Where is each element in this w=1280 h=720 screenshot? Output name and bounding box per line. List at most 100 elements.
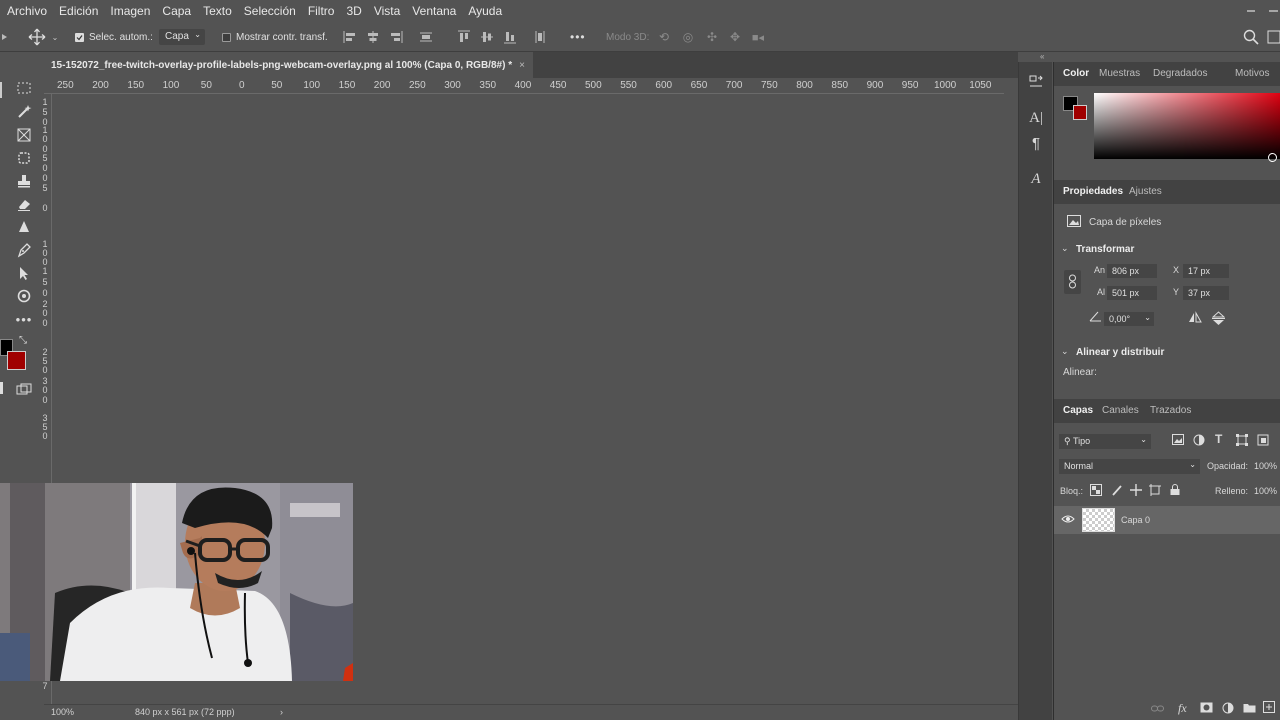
transform-header[interactable]: Transformar <box>1076 244 1134 255</box>
layer-mask-icon[interactable] <box>1200 702 1213 716</box>
filter-pixel-icon[interactable] <box>1172 434 1184 448</box>
menu-texto[interactable]: Texto <box>197 0 238 22</box>
tab-propiedades[interactable]: Propiedades <box>1063 186 1123 197</box>
slide-3d-icon[interactable]: ✥ <box>727 29 743 45</box>
edit-toolbar-icon[interactable]: ••• <box>14 309 34 329</box>
eye-icon[interactable] <box>1061 513 1075 528</box>
chevron-down-icon[interactable]: ⌄ <box>1061 346 1069 357</box>
close-icon[interactable]: × <box>519 60 525 71</box>
document-tab[interactable]: 15-152072_free-twitch-overlay-profile-la… <box>44 52 533 78</box>
layer-style-icon[interactable]: fx <box>1178 701 1187 716</box>
more-options-button[interactable]: ••• <box>570 30 586 44</box>
background-color-swatch[interactable] <box>7 351 26 370</box>
lock-artboard-icon[interactable] <box>1149 484 1161 499</box>
pen-tool-icon[interactable] <box>14 240 34 260</box>
fill-value[interactable]: 100% <box>1254 486 1277 496</box>
show-transform-checkbox[interactable] <box>222 33 231 42</box>
toolbar-collapse-icon[interactable] <box>0 82 4 98</box>
lock-pixels-icon[interactable] <box>1111 484 1123 499</box>
minimize-icon[interactable] <box>1244 3 1260 17</box>
menu-imagen[interactable]: Imagen <box>104 0 156 22</box>
distribute-v-icon[interactable] <box>532 29 548 45</box>
pan-3d-icon[interactable]: ✣ <box>704 29 720 45</box>
chevron-down-icon[interactable]: ⌄ <box>50 31 60 43</box>
tab-color[interactable]: Color <box>1063 68 1089 79</box>
flip-horizontal-icon[interactable] <box>1187 311 1203 327</box>
orbit-3d-icon[interactable]: ⟲ <box>656 29 672 45</box>
color-picker-field[interactable] <box>1094 93 1280 159</box>
menu-capa[interactable]: Capa <box>156 0 197 22</box>
flip-vertical-icon[interactable] <box>1211 311 1226 329</box>
y-field[interactable]: 37 px <box>1183 286 1229 300</box>
layer-row[interactable]: Capa 0 <box>1054 506 1280 534</box>
menu-edicion[interactable]: Edición <box>53 0 104 22</box>
tab-trazados[interactable]: Trazados <box>1150 405 1191 416</box>
screen-mode-icon[interactable] <box>0 382 3 394</box>
lock-all-icon[interactable] <box>1169 483 1181 499</box>
new-layer-icon[interactable] <box>1263 701 1275 716</box>
blur-tool-icon[interactable] <box>14 217 34 237</box>
glyphs-panel-icon[interactable]: A <box>1026 169 1046 189</box>
color-background-swatch[interactable] <box>1073 105 1087 120</box>
menu-archivo[interactable]: Archivo <box>0 0 53 22</box>
align-center-h-icon[interactable] <box>365 29 381 45</box>
swap-colors-icon[interactable]: ⤡ <box>19 335 31 347</box>
lock-position-icon[interactable] <box>1129 483 1143 500</box>
lock-transparent-icon[interactable] <box>1090 484 1102 499</box>
camera-3d-icon[interactable]: ■◂ <box>750 29 766 45</box>
filter-smart-object-icon[interactable] <box>1257 434 1269 449</box>
align-right-icon[interactable] <box>388 29 404 45</box>
tab-degradados[interactable]: Degradados <box>1153 68 1207 79</box>
x-field[interactable]: 17 px <box>1183 264 1229 278</box>
filter-shape-icon[interactable] <box>1236 434 1248 449</box>
history-panel-icon[interactable] <box>1026 72 1046 92</box>
menu-vista[interactable]: Vista <box>368 0 406 22</box>
tab-ajustes[interactable]: Ajustes <box>1129 186 1162 197</box>
angle-field[interactable]: 0,00° ⌄ <box>1104 312 1154 326</box>
menu-ayuda[interactable]: Ayuda <box>462 0 508 22</box>
distribute-icon[interactable] <box>418 29 434 45</box>
menu-seleccion[interactable]: Selección <box>238 0 302 22</box>
status-menu-arrow[interactable]: › <box>280 707 283 717</box>
color-picker-cursor[interactable] <box>1268 153 1277 162</box>
auto-select-checkbox[interactable] <box>75 33 84 42</box>
eraser-tool-icon[interactable] <box>14 194 34 214</box>
layer-filter-dropdown[interactable]: ⚲ Tipo ⌄ <box>1059 434 1151 449</box>
collapse-panels-icon[interactable]: « <box>1040 52 1048 62</box>
align-distribute-header[interactable]: Alinear y distribuir <box>1076 347 1164 358</box>
tab-motivos[interactable]: Motivos <box>1235 68 1269 79</box>
roll-3d-icon[interactable]: ◎ <box>680 29 696 45</box>
restore-icon[interactable] <box>1266 3 1280 17</box>
blend-mode-dropdown[interactable]: Normal ⌄ <box>1059 459 1200 474</box>
paragraph-panel-icon[interactable]: ¶ <box>1026 133 1046 153</box>
menu-3d[interactable]: 3D <box>340 0 367 22</box>
menu-filtro[interactable]: Filtro <box>302 0 341 22</box>
filter-type-icon[interactable]: T <box>1215 432 1222 446</box>
tab-muestras[interactable]: Muestras <box>1099 68 1140 79</box>
move-tool-icon[interactable] <box>28 28 46 46</box>
align-top-icon[interactable] <box>456 29 472 45</box>
chevron-down-icon[interactable]: ⌄ <box>1061 243 1069 254</box>
zoom-level[interactable]: 100% <box>51 707 74 717</box>
quick-mask-icon[interactable] <box>14 380 34 400</box>
align-left-icon[interactable] <box>342 29 358 45</box>
menu-ventana[interactable]: Ventana <box>406 0 462 22</box>
character-panel-icon[interactable]: A| <box>1026 108 1046 128</box>
healing-brush-tool-icon[interactable] <box>14 148 34 168</box>
height-field[interactable]: 501 px <box>1107 286 1157 300</box>
link-layers-icon[interactable] <box>1151 703 1165 717</box>
layer-name[interactable]: Capa 0 <box>1121 515 1150 525</box>
adjustment-layer-icon[interactable] <box>1222 702 1234 717</box>
align-bottom-icon[interactable] <box>502 29 518 45</box>
auto-select-dropdown[interactable]: Capa ⌄ <box>159 29 205 45</box>
stamp-tool-icon[interactable] <box>14 171 34 191</box>
tab-canales[interactable]: Canales <box>1102 405 1139 416</box>
search-icon[interactable] <box>1242 28 1260 46</box>
width-field[interactable]: 806 px <box>1107 264 1157 278</box>
workspace-icon[interactable] <box>1266 28 1280 46</box>
hand-tool-icon[interactable] <box>14 286 34 306</box>
path-selection-tool-icon[interactable] <box>14 263 34 283</box>
magic-wand-tool-icon[interactable] <box>14 102 34 122</box>
opacity-value[interactable]: 100% <box>1254 461 1277 471</box>
marquee-tool-icon[interactable] <box>14 78 34 98</box>
